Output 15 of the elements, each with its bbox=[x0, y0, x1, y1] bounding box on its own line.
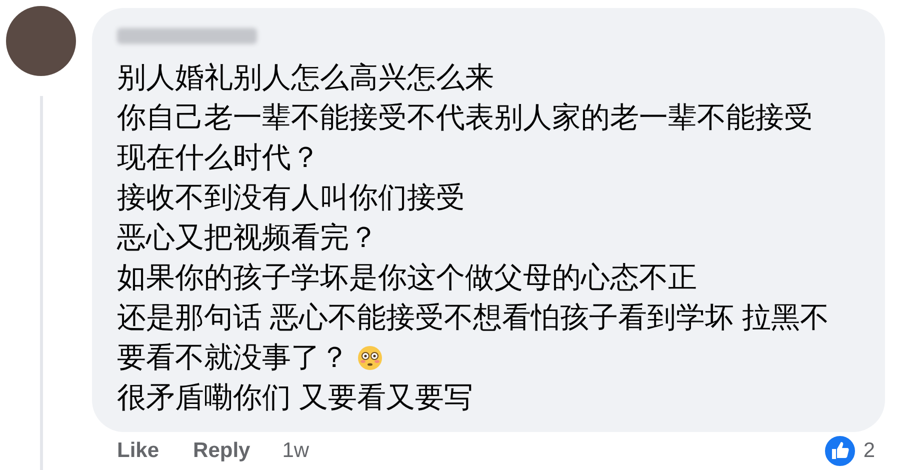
comment-line: 很矛盾嘞你们 又要看又要写 bbox=[117, 381, 474, 416]
comment-line: 接收不到没有人叫你们接受 bbox=[117, 181, 465, 216]
comment-line: 如果你的孩子学坏是你这个做父母的心态不正 bbox=[117, 261, 697, 296]
comment-line: 要看不就没事了？ bbox=[117, 341, 349, 376]
reply-link[interactable]: Reply bbox=[193, 435, 250, 467]
comment-line: 恶心又把视频看完？ bbox=[117, 221, 378, 256]
comment-line: 还是那句话 恶心不能接受不想看怕孩子看到学坏 拉黑不 bbox=[117, 301, 830, 336]
thumbs-up-icon[interactable] bbox=[823, 434, 858, 468]
comment-line: 现在什么时代？ bbox=[117, 141, 320, 176]
comment-line: 你自己老一辈不能接受不代表别人家的老一辈不能接受 bbox=[117, 101, 813, 136]
reaction-count: 2 bbox=[863, 438, 875, 464]
comment-time[interactable]: 1w bbox=[282, 435, 310, 467]
like-link[interactable]: Like bbox=[117, 435, 160, 467]
comment-line: 别人婚礼别人怎么高兴怎么来 bbox=[117, 61, 494, 96]
flushed-face-icon bbox=[357, 345, 383, 371]
